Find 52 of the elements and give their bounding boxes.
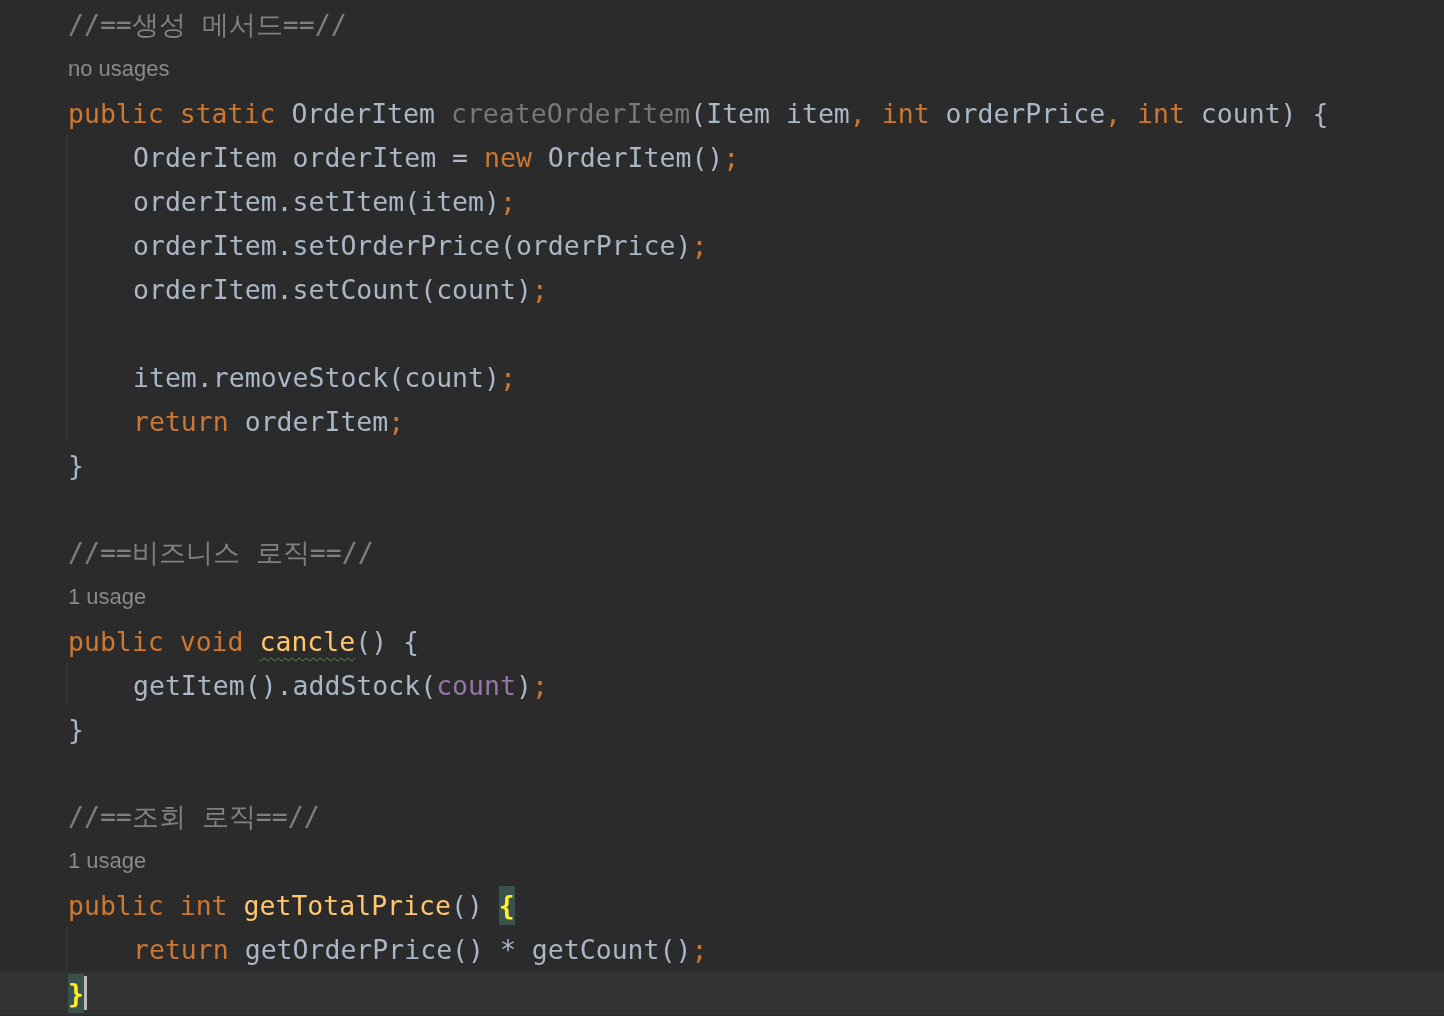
code-text: } [68,713,84,745]
text-cursor [83,976,87,1010]
code-text: OrderItem orderItem = [133,141,470,173]
punctuation: ; [723,141,740,173]
code-text: } [68,449,84,481]
code-text: () [450,889,484,921]
keyword: return [133,933,230,965]
method-name: getTotalPrice [243,889,451,921]
method-name: createOrderItem [450,97,691,129]
keyword: return [133,405,230,437]
keyword: static [179,97,277,129]
code-text: orderItem.setCount(count) [133,273,532,305]
code-text: (Item item [690,97,850,129]
code-text: OrderItem() [547,141,724,173]
field-name: count [436,669,516,701]
code-text: { [498,885,515,925]
code-comment: //==비즈니스 로직==// [68,536,374,570]
code-text: count) { [1200,97,1329,129]
code-text: orderItem [244,405,389,437]
punctuation: ; [531,669,548,701]
code-text: } [68,973,84,1013]
code-comment: //==생성 메서드==// [68,8,347,42]
code-text: orderItem.setItem(item) [133,185,500,217]
code-text: ) [515,669,532,701]
code-text: getOrderPrice() * getCount() [244,933,692,965]
punctuation: , [849,97,867,129]
punctuation: ; [531,273,548,305]
keyword: public [68,889,165,921]
code-text: orderPrice [945,97,1106,129]
code-text: item.removeStock(count) [133,361,500,393]
punctuation: , [1105,97,1123,129]
keyword: public [68,97,165,129]
code-comment: //==조회 로직==// [68,800,320,834]
punctuation: ; [691,229,708,261]
keyword: public [68,625,165,657]
usage-hint[interactable]: 1 usage [68,584,147,610]
keyword: void [179,625,245,657]
code-text: OrderItem [291,97,436,129]
keyword: int [1137,97,1186,129]
code-text: orderItem.setOrderPrice(orderPrice) [133,229,692,261]
punctuation: ; [499,185,516,217]
keyword: int [881,97,931,129]
keyword: int [179,889,229,921]
usage-hint[interactable]: no usages [68,56,170,82]
code-text: getItem().addStock( [133,669,437,701]
punctuation: ; [691,933,708,965]
method-name: cancle [259,625,356,657]
usage-hint[interactable]: 1 usage [68,848,147,874]
punctuation: ; [499,361,516,393]
keyword: new [484,141,533,173]
code-text: () { [355,625,420,657]
punctuation: ; [388,405,405,437]
